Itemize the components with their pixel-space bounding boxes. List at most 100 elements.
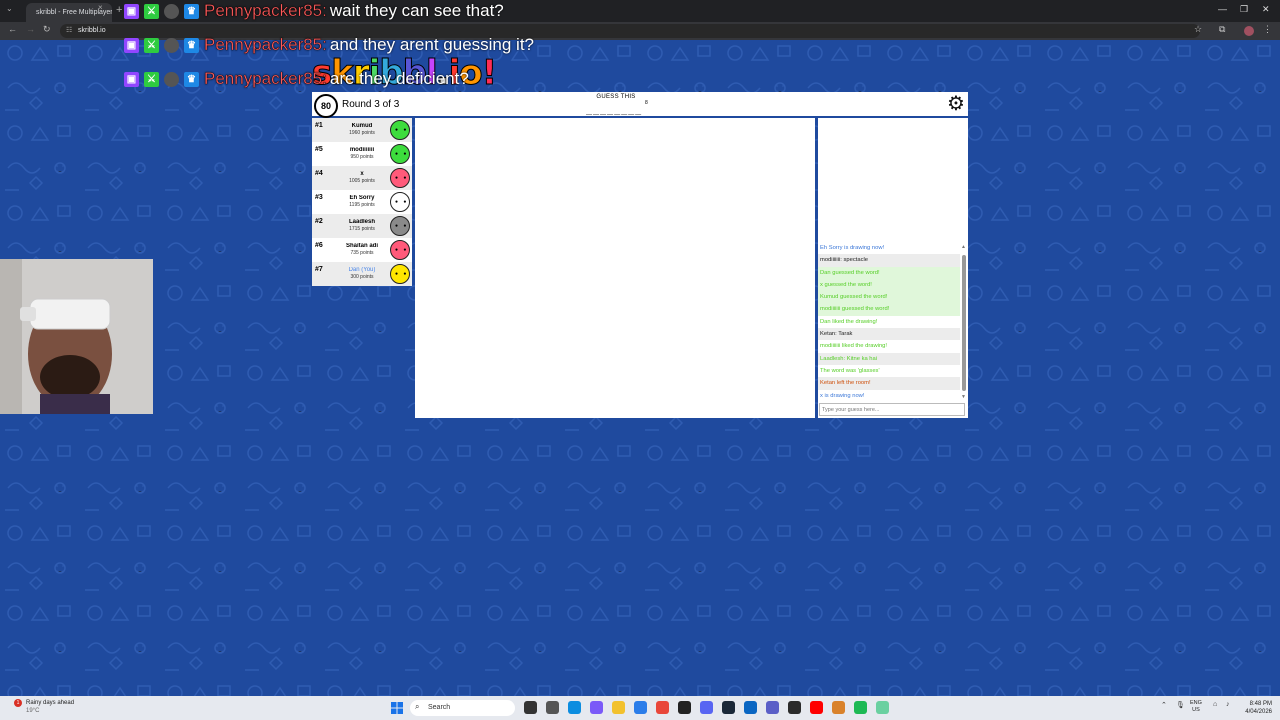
youtube-icon[interactable] bbox=[810, 701, 823, 714]
player-points: 300 points bbox=[350, 274, 374, 280]
teams-icon[interactable] bbox=[766, 701, 779, 714]
player-avatar: ● ● bbox=[390, 120, 410, 140]
chat-message: Laadlesh: Kitne ka hai bbox=[818, 352, 960, 365]
weather-temp: 19°C bbox=[26, 708, 40, 714]
avatar-eyes-icon: ● ● bbox=[395, 223, 409, 229]
tab-close-icon[interactable]: × bbox=[98, 3, 103, 12]
stream-chat-message: wait they can see that? bbox=[329, 1, 504, 20]
avatar-eyes-icon: ● ● bbox=[395, 247, 409, 253]
word-length: 8 bbox=[645, 100, 648, 106]
scroll-down-icon[interactable]: ▼ bbox=[961, 394, 966, 400]
player-row[interactable]: #5 modiiiiiii 950 points ● ● bbox=[312, 142, 412, 166]
obs-icon[interactable] bbox=[678, 701, 691, 714]
new-tab-button[interactable]: + bbox=[116, 4, 122, 16]
chat-message: The word was 'glasses' bbox=[818, 364, 960, 378]
streamer-vr-headset-image bbox=[0, 259, 153, 414]
back-icon[interactable]: ← bbox=[8, 24, 17, 34]
taskbar-clock[interactable]: 8:48 PM 4/04/2026 bbox=[1238, 700, 1272, 716]
chat-message: Dan guessed the word! bbox=[818, 266, 960, 279]
avatar-eyes-icon: ● ● bbox=[395, 271, 409, 277]
close-window-button[interactable]: ✕ bbox=[1262, 4, 1270, 15]
player-name: modiiiiiii bbox=[349, 147, 375, 153]
twitch-badge-icon: ▣ bbox=[124, 71, 139, 87]
settings-gear-icon[interactable]: ⚙ bbox=[945, 93, 967, 115]
webcam-feed bbox=[0, 259, 153, 414]
player-row[interactable]: #6 Shaitan adi 735 points ● ● bbox=[312, 238, 412, 262]
player-name: Laadlesh bbox=[348, 219, 375, 225]
edge-icon[interactable] bbox=[568, 701, 581, 714]
meta-icon[interactable] bbox=[744, 701, 757, 714]
bookmark-star-icon[interactable]: ☆ bbox=[1194, 24, 1202, 35]
terminal-icon[interactable] bbox=[788, 701, 801, 714]
player-name: Shaitan adi bbox=[345, 243, 378, 249]
microphone-icon[interactable]: 🎙 bbox=[1176, 701, 1185, 709]
forward-icon[interactable]: → bbox=[26, 24, 35, 34]
task-view-icon[interactable] bbox=[524, 701, 537, 714]
language-indicator[interactable]: ENG US bbox=[1190, 700, 1202, 714]
tray-chevron-icon[interactable]: ⌃ bbox=[1161, 701, 1167, 709]
player-avatar: ● ● bbox=[390, 168, 410, 188]
chat-message: modiiiiiii liked the drawing! bbox=[818, 340, 960, 353]
player-points: 950 points bbox=[350, 154, 374, 160]
player-list: #1 Kumud 1960 points ● ● #5 modiiiiiii 950 poi… bbox=[312, 118, 412, 286]
steam-icon[interactable] bbox=[722, 701, 735, 714]
network-icon[interactable]: ⌂ bbox=[1213, 701, 1217, 708]
copilot-icon[interactable] bbox=[590, 701, 603, 714]
volume-icon[interactable]: ♪ bbox=[1226, 701, 1230, 708]
search-icon: ⌕ bbox=[415, 702, 420, 711]
player-avatar: ● ● bbox=[390, 192, 410, 212]
word-hint: ________ bbox=[586, 104, 643, 115]
chat-scroll-thumb[interactable] bbox=[962, 255, 966, 391]
maximize-button[interactable]: ❐ bbox=[1240, 4, 1248, 15]
player-points: 1960 points bbox=[349, 130, 375, 136]
taskbar-search[interactable]: Search bbox=[410, 700, 515, 716]
app-icon[interactable] bbox=[832, 701, 845, 714]
player-name: Dan (You) bbox=[348, 267, 376, 273]
player-row[interactable]: #3 Eh Sorry 1195 points ● ● bbox=[312, 190, 412, 214]
stream-chat-username: Pennypacker85: bbox=[204, 35, 327, 54]
weather-widget[interactable]: Rainy days ahead 19°C bbox=[26, 699, 74, 715]
avatar-eyes-icon: ● ● bbox=[395, 151, 409, 157]
user-avatar-icon bbox=[164, 71, 179, 87]
sword-badge-icon: ⚔ bbox=[144, 3, 159, 19]
twitch-badge-icon: ▣ bbox=[124, 37, 139, 53]
player-avatar: ● ● bbox=[390, 216, 410, 236]
reload-icon[interactable]: ↻ bbox=[43, 24, 51, 35]
player-name: Eh Sorry bbox=[349, 195, 375, 201]
extensions-icon[interactable]: ⧉ bbox=[1219, 24, 1225, 35]
site-info-icon[interactable]: ☷ bbox=[66, 26, 72, 34]
lang-region: US bbox=[1192, 707, 1200, 713]
clock-time: 8:48 PM bbox=[1249, 701, 1272, 707]
discord-icon[interactable] bbox=[700, 701, 713, 714]
chrome-icon[interactable] bbox=[656, 701, 669, 714]
spotify-icon[interactable] bbox=[854, 701, 867, 714]
player-rank: #1 bbox=[315, 122, 323, 129]
windows-start-icon[interactable] bbox=[391, 702, 403, 714]
vr-icon[interactable] bbox=[876, 701, 889, 714]
browser-menu-icon[interactable]: ⋮ bbox=[1263, 24, 1272, 35]
tab-search-icon[interactable]: ⌄ bbox=[6, 4, 13, 13]
player-row[interactable]: #1 Kumud 1960 points ● ● bbox=[312, 118, 412, 142]
stream-chat-username: Pennypacker85: bbox=[204, 69, 327, 88]
lang-code: ENG bbox=[1190, 700, 1202, 706]
player-points: 1715 points bbox=[349, 226, 375, 232]
player-row[interactable]: #7 Dan (You) 300 points ● ● bbox=[312, 262, 412, 286]
profile-avatar[interactable] bbox=[1244, 26, 1254, 36]
minimize-button[interactable]: — bbox=[1218, 4, 1227, 14]
drawing-canvas[interactable] bbox=[415, 118, 815, 418]
scroll-up-icon[interactable]: ▲ bbox=[961, 244, 966, 250]
chat-message: Ketan: Tarak bbox=[818, 328, 960, 341]
crown-badge-icon: ♛ bbox=[184, 71, 199, 87]
player-row[interactable]: #2 Laadlesh 1715 points ● ● bbox=[312, 214, 412, 238]
widgets-icon[interactable] bbox=[546, 701, 559, 714]
twitch-badge-icon: ▣ bbox=[124, 3, 139, 19]
weather-alert-icon: 1 bbox=[14, 699, 22, 707]
chat-message: x is drawing now! bbox=[818, 389, 960, 402]
player-avatar: ● ● bbox=[390, 264, 410, 284]
player-row[interactable]: #4 x 1005 points ● ● bbox=[312, 166, 412, 190]
file-explorer-icon[interactable] bbox=[612, 701, 625, 714]
player-rank: #4 bbox=[315, 170, 323, 177]
guess-input[interactable] bbox=[819, 403, 965, 416]
stream-chat-message: are they deficient? bbox=[329, 69, 469, 88]
store-icon[interactable] bbox=[634, 701, 647, 714]
